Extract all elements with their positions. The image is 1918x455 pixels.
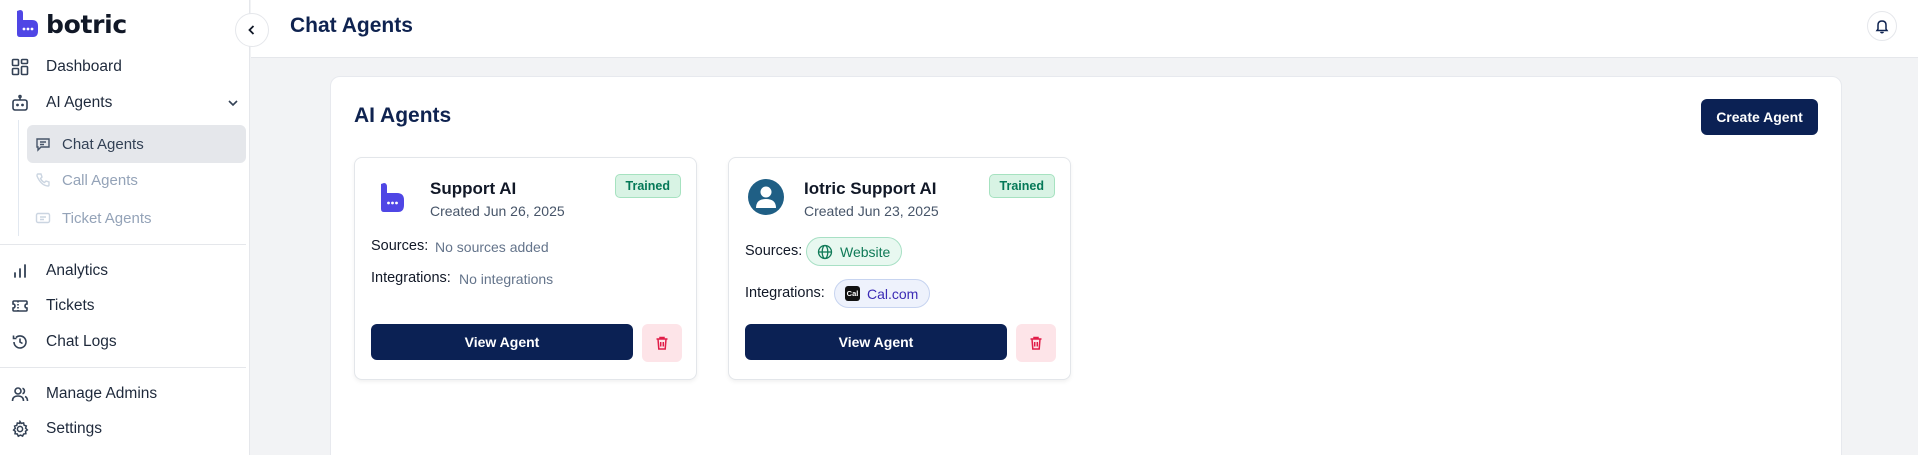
sidebar-subitem-label: Chat Agents: [62, 135, 144, 153]
integration-chip-calcom[interactable]: Cal Cal.com: [834, 279, 931, 308]
integrations-label: Integrations:: [745, 285, 825, 301]
sidebar-subitem-call-agents[interactable]: Call Agents: [27, 161, 246, 199]
source-chip-website[interactable]: Website: [806, 237, 903, 266]
bar-chart-icon: [11, 262, 29, 280]
sidebar-item-label: Dashboard: [46, 58, 122, 75]
sources-value: No sources added: [435, 239, 549, 255]
submenu-guide-line: [18, 120, 19, 236]
sidebar-item-chat-logs[interactable]: Chat Logs: [0, 326, 250, 358]
sidebar-item-analytics[interactable]: Analytics: [0, 255, 250, 287]
sidebar-item-tickets[interactable]: Tickets: [0, 290, 250, 322]
sidebar-item-label: Chat Logs: [46, 333, 117, 350]
sources-label: Sources:: [371, 238, 429, 254]
sidebar-subitem-ticket-agents[interactable]: Ticket Agents: [27, 199, 246, 237]
botric-logo-icon: [17, 10, 38, 37]
sidebar-item-label: Tickets: [46, 297, 95, 314]
sidebar-item-label: AI Agents: [46, 94, 113, 111]
botric-agent-avatar-icon: [381, 183, 404, 212]
dashboard-icon: [11, 58, 29, 76]
agent-card: Iotric Support AI Created Jun 23, 2025 T…: [728, 157, 1071, 380]
trash-icon: [656, 336, 668, 350]
collapse-sidebar-button[interactable]: [235, 13, 269, 47]
sidebar-divider: [0, 244, 246, 245]
view-agent-button[interactable]: View Agent: [745, 324, 1007, 360]
chevron-left-icon: [248, 25, 255, 35]
brand-name: botric: [46, 9, 127, 39]
sidebar-item-label: Settings: [46, 420, 103, 437]
view-agent-button[interactable]: View Agent: [371, 324, 633, 360]
ticket-icon: [35, 210, 51, 226]
agent-card: Support AI Created Jun 26, 2025 Trained …: [354, 157, 697, 380]
phone-icon: [35, 172, 51, 188]
sidebar-subitem-chat-agents[interactable]: Chat Agents: [27, 125, 246, 163]
integration-chip-label: Cal.com: [867, 285, 919, 302]
source-chip-label: Website: [840, 243, 891, 260]
integrations-value: No integrations: [459, 271, 554, 287]
create-agent-button[interactable]: Create Agent: [1701, 99, 1818, 135]
sidebar-item-ai-agents[interactable]: AI Agents: [0, 87, 250, 119]
delete-agent-button[interactable]: [1016, 324, 1056, 362]
sidebar-divider: [0, 367, 246, 368]
user-avatar-icon: [748, 179, 784, 215]
agent-name: Iotric Support AI: [804, 179, 937, 198]
agents-panel: AI Agents Create Agent Support AI Create…: [330, 76, 1842, 455]
status-badge: Trained: [988, 174, 1055, 198]
section-title: AI Agents: [354, 104, 452, 127]
sidebar: botric Dashboard AI Agents Chat Agents C…: [0, 0, 250, 455]
sidebar-subitem-label: Call Agents: [62, 171, 138, 189]
notifications-button[interactable]: [1867, 11, 1897, 41]
sidebar-item-label: Manage Admins: [46, 385, 158, 402]
agent-created-date: Created Jun 26, 2025: [430, 203, 565, 219]
page-title: Chat Agents: [290, 14, 413, 37]
chevron-down-icon[interactable]: [226, 96, 240, 110]
brand-logo[interactable]: botric: [14, 9, 127, 39]
calcom-icon: Cal: [845, 286, 860, 301]
ticket-icon: [11, 297, 29, 315]
gear-icon: [11, 420, 29, 438]
users-icon: [11, 385, 29, 403]
chat-icon: [35, 136, 51, 152]
status-badge: Trained: [614, 174, 681, 198]
agent-name: Support AI: [430, 179, 517, 198]
sidebar-subitem-label: Ticket Agents: [62, 209, 152, 227]
sidebar-item-manage-admins[interactable]: Manage Admins: [0, 378, 250, 410]
sidebar-item-dashboard[interactable]: Dashboard: [0, 51, 250, 83]
delete-agent-button[interactable]: [642, 324, 682, 362]
sidebar-item-settings[interactable]: Settings: [0, 413, 250, 445]
integrations-label: Integrations:: [371, 270, 451, 286]
sidebar-item-label: Analytics: [46, 262, 109, 279]
bot-icon: [11, 94, 29, 112]
sources-label: Sources:: [745, 243, 803, 259]
globe-icon: [817, 244, 833, 259]
history-icon: [11, 333, 29, 351]
trash-icon: [1030, 336, 1042, 350]
bell-icon: [1875, 20, 1889, 34]
top-header: Chat Agents: [251, 0, 1918, 58]
agent-created-date: Created Jun 23, 2025: [804, 203, 939, 219]
